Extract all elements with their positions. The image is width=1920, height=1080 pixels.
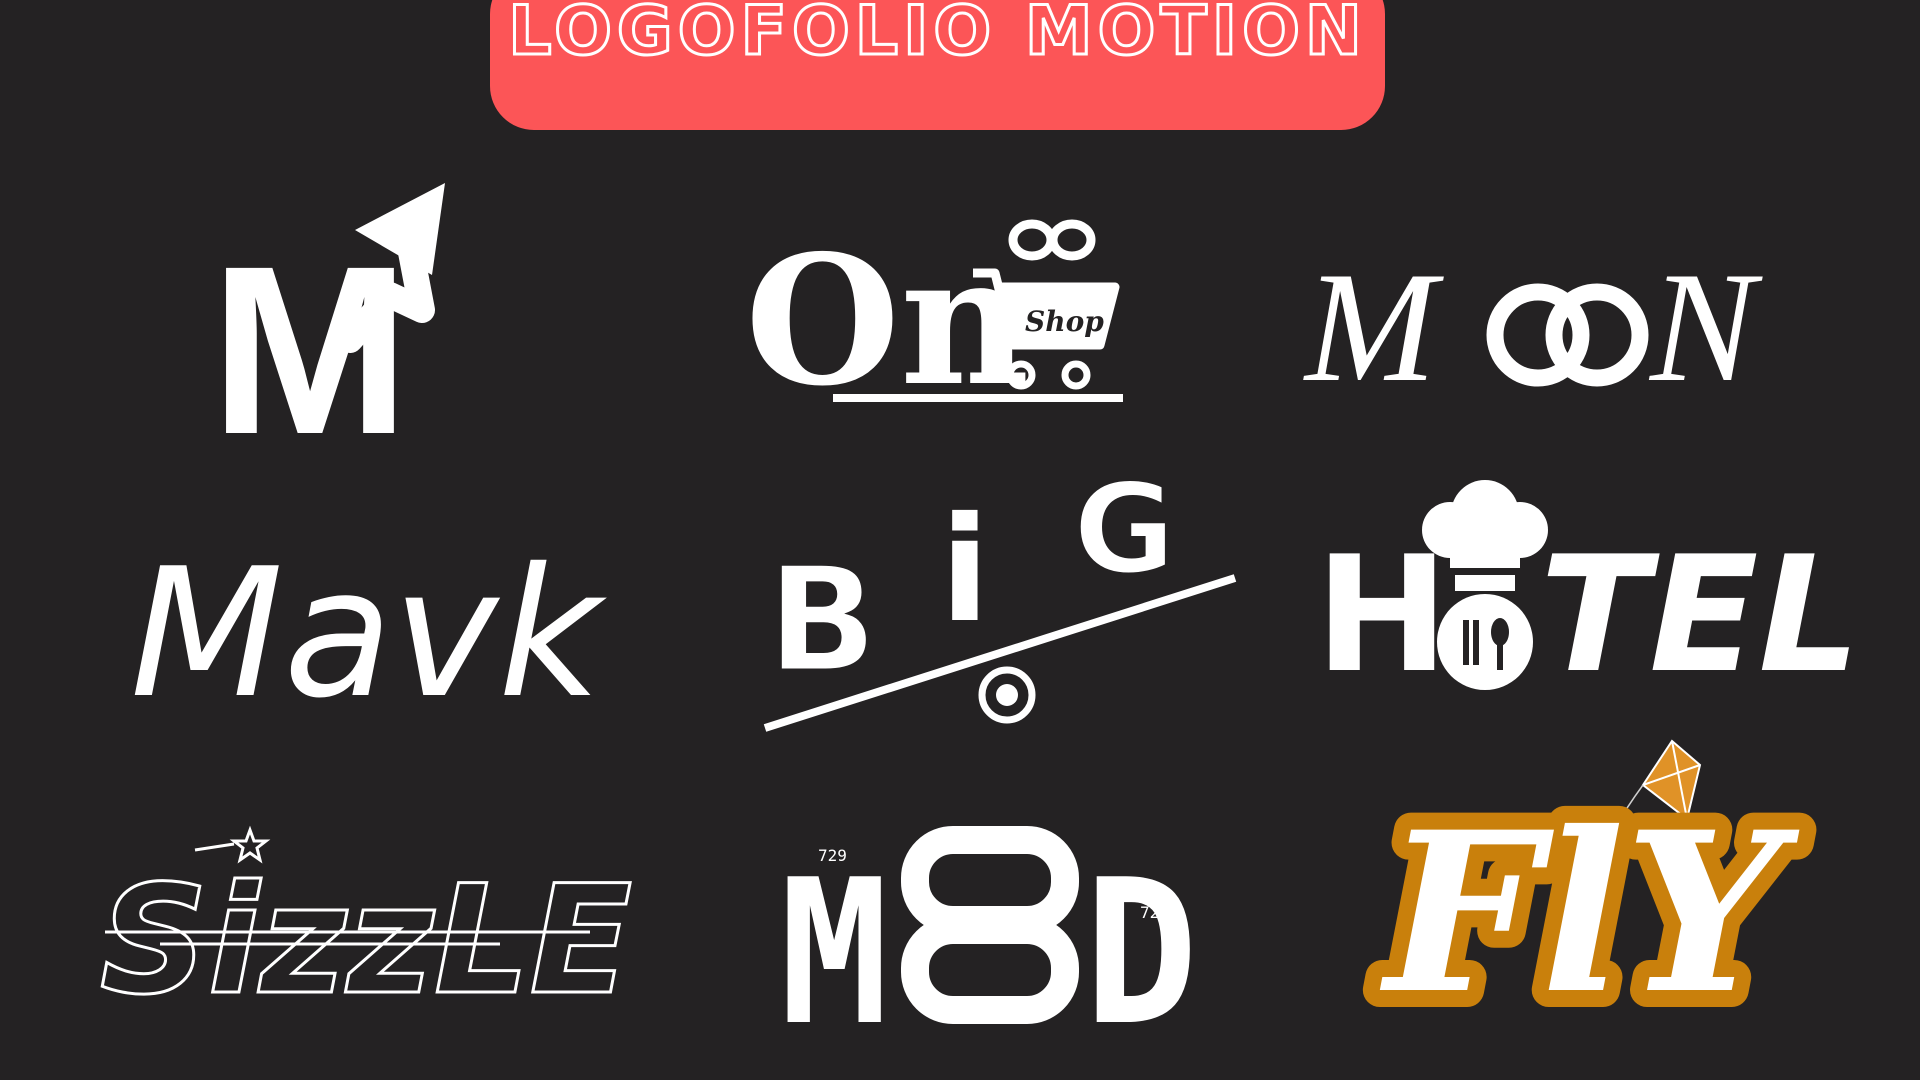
title-banner: LOGOFOLIO MOTION bbox=[490, 0, 1385, 130]
mod-o-stacked-bars bbox=[901, 826, 1079, 1024]
logo-onshop: On Shop bbox=[745, 216, 1123, 425]
onshop-letters: On bbox=[745, 216, 1029, 425]
logo-fly: FlY FlY bbox=[1362, 739, 1817, 1059]
mavk-text: Mavk bbox=[130, 530, 607, 737]
big-g: G bbox=[1073, 457, 1176, 602]
hotel-rest: TEL bbox=[1540, 521, 1860, 708]
mod-tag-2: 729 bbox=[1140, 903, 1169, 922]
interlocked-rings-icon bbox=[1486, 283, 1649, 387]
big-i: i bbox=[940, 486, 990, 655]
moon-m: M bbox=[1303, 240, 1444, 415]
logo-hotel: H TEL bbox=[1315, 480, 1860, 708]
banner-title: LOGOFOLIO MOTION bbox=[507, 0, 1367, 71]
big-b: B bbox=[767, 536, 878, 705]
shop-tag: Shop bbox=[1025, 305, 1104, 338]
mod-d: D bbox=[1084, 837, 1198, 1070]
fly-text: FlY bbox=[1379, 783, 1800, 1042]
logo-mavk: Mavk bbox=[130, 530, 607, 737]
seesaw-pivot-icon bbox=[978, 666, 1036, 724]
logo-moon: M N bbox=[1303, 240, 1763, 415]
fork-spoon-icon bbox=[1437, 594, 1533, 690]
logo-sizzle: SizzLE bbox=[99, 825, 634, 1030]
logo-m-growth: M bbox=[210, 183, 445, 484]
logo-m-letter: M bbox=[210, 216, 410, 484]
mod-tag-1: 729 bbox=[818, 846, 847, 865]
moon-n: N bbox=[1648, 240, 1763, 415]
hotel-h: H bbox=[1315, 521, 1449, 708]
mod-m: M bbox=[780, 836, 888, 1069]
logo-big: B i G bbox=[763, 456, 1237, 732]
sizzle-text: SizzLE bbox=[100, 854, 632, 1028]
